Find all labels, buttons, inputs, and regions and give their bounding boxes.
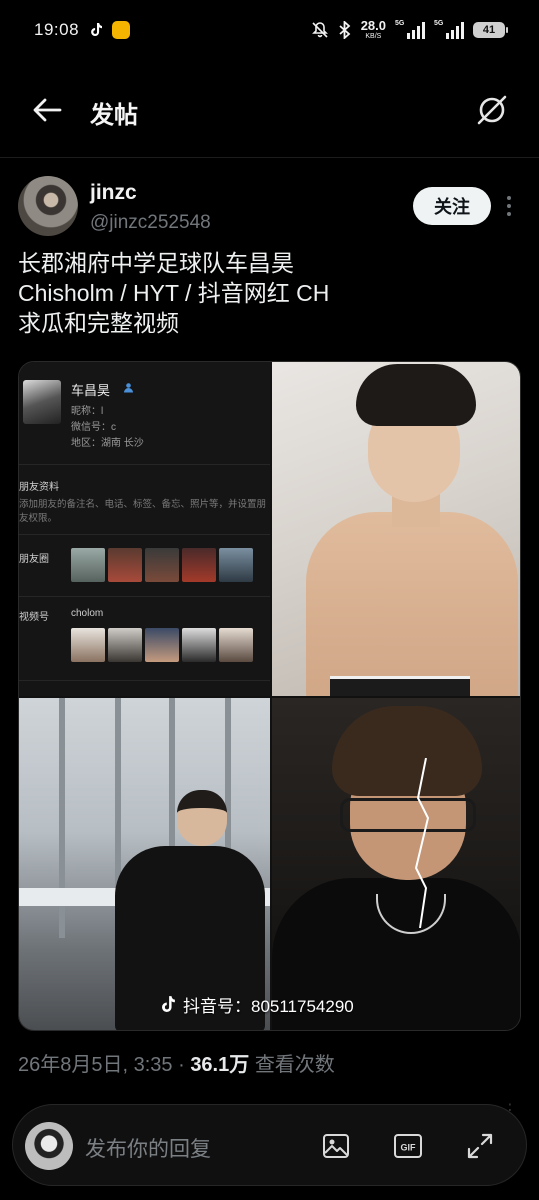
tiktok-notification-icon xyxy=(91,23,102,36)
expand-icon[interactable] xyxy=(465,1131,495,1161)
media-image-window-portrait[interactable] xyxy=(19,698,270,1030)
profile-card-channel-name: cholom xyxy=(71,608,104,619)
nav-divider xyxy=(0,157,539,158)
post-text: 长郡湘府中学足球队车昌昊 Chisholm / HYT / 抖音网红 CH 求瓜… xyxy=(18,248,518,338)
page-title: 发帖 xyxy=(90,102,138,129)
person-badge-icon xyxy=(124,383,133,393)
bluetooth-icon xyxy=(339,21,351,39)
media-image-selfie[interactable] xyxy=(272,362,520,696)
status-right-group: 28.0 KB/S 5G 5G 41 xyxy=(311,17,508,41)
grok-icon[interactable] xyxy=(475,93,509,127)
view-count[interactable]: 36.1万 xyxy=(190,1054,249,1076)
photo-figure xyxy=(332,706,482,796)
back-button[interactable] xyxy=(30,94,66,126)
profile-card-name: 车昌昊 xyxy=(71,383,111,398)
photo-figure xyxy=(340,798,476,832)
profile-card-friend-info-desc: 添加朋友的备注名、电话、标签、备忘、照片等，并设置朋友权限。 xyxy=(19,499,267,524)
profile-card-divider xyxy=(19,596,270,597)
gif-icon[interactable]: GIF xyxy=(393,1131,423,1161)
douyin-watermark: 抖音号：80511754290 xyxy=(159,992,354,1017)
profile-card-region: 地区：湖南 长沙 xyxy=(71,438,144,449)
post-text-line: 求瓜和完整视频 xyxy=(18,310,179,336)
sim2-signal-icon: 5G xyxy=(434,20,464,39)
profile-card-nickname: 昵称：l xyxy=(71,406,104,417)
user-avatar[interactable] xyxy=(25,1122,73,1170)
profile-card-moments-thumbnails xyxy=(71,548,253,582)
status-time: 19:08 xyxy=(34,20,80,39)
douyin-id: 抖音号：80511754290 xyxy=(183,997,354,1016)
photo-figure xyxy=(356,364,476,426)
profile-card-channels-heading: 视频号 xyxy=(19,612,49,623)
author-handle[interactable]: @jinzc252548 xyxy=(90,212,211,234)
status-bar: 19:08 28.0 KB/S 5G 5G 41 xyxy=(0,0,539,60)
top-nav: 发帖 xyxy=(0,80,539,140)
profile-card-divider xyxy=(19,680,270,681)
photo-figure xyxy=(306,512,518,696)
profile-card-friend-info-heading: 朋友资料 xyxy=(19,482,59,493)
profile-card-divider xyxy=(19,534,270,535)
follow-button[interactable]: 关注 xyxy=(413,187,491,225)
reply-input[interactable]: 发布你的回复 xyxy=(85,1133,211,1163)
profile-card-divider xyxy=(19,464,270,465)
media-grid: 车昌昊 昵称：l 微信号：c 地区：湖南 长沙 朋友资料 添加朋友的备注名、电话… xyxy=(18,361,521,1031)
svg-text:GIF: GIF xyxy=(401,1143,417,1153)
tiktok-icon xyxy=(162,995,175,1012)
author-avatar[interactable] xyxy=(18,176,78,236)
more-options-icon[interactable] xyxy=(503,192,515,220)
profile-card-moments-heading: 朋友圈 xyxy=(19,554,49,565)
mute-icon xyxy=(311,22,328,38)
post-text-line: 长郡湘府中学足球队车昌昊 xyxy=(18,250,294,276)
profile-card-avatar xyxy=(23,380,61,424)
reply-bar: 发布你的回复 GIF xyxy=(12,1104,527,1186)
view-count-label[interactable]: 查看次数 xyxy=(255,1054,335,1076)
sim1-signal-icon: 5G xyxy=(395,20,425,39)
media-image-car-selfie[interactable] xyxy=(272,698,520,1030)
lightning-effect xyxy=(414,758,430,928)
profile-card-channel-thumbnails xyxy=(71,628,253,662)
author-name[interactable]: jinzc xyxy=(90,181,137,205)
post-text-line: Chisholm / HYT / 抖音网红 CH xyxy=(18,280,330,306)
photo-figure xyxy=(177,790,227,846)
weibo-notification-icon xyxy=(112,21,130,39)
profile-card-wechat-id: 微信号：c xyxy=(71,422,116,433)
network-speed: 28.0 KB/S xyxy=(360,17,386,40)
battery-icon: 41 xyxy=(473,22,508,38)
media-image-profile-screenshot[interactable]: 车昌昊 昵称：l 微信号：c 地区：湖南 长沙 朋友资料 添加朋友的备注名、电话… xyxy=(19,362,270,696)
post-meta: 26年8月5日, 3:35 · 36.1万 查看次数 xyxy=(18,1048,335,1077)
image-icon[interactable] xyxy=(321,1131,351,1161)
post-timestamp: 26年8月5日, 3:35 xyxy=(18,1054,173,1076)
photo-figure xyxy=(330,676,470,696)
meta-separator: · xyxy=(178,1054,191,1076)
